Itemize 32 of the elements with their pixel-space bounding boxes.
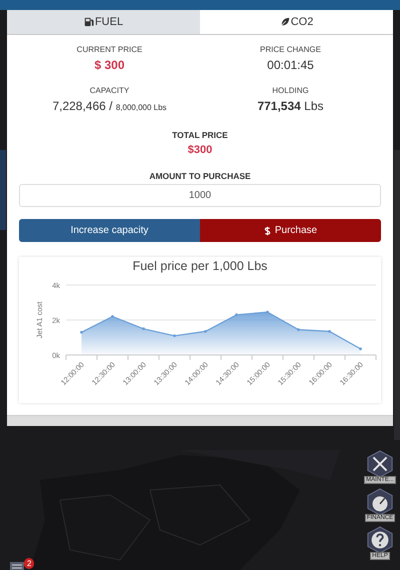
amount-label: AMOUNT TO PURCHASE	[149, 171, 251, 181]
countdown-value: 00:01:45	[267, 58, 314, 72]
gauge-icon[interactable]	[366, 488, 394, 516]
stat-label: CAPACITY	[90, 86, 130, 95]
purchase-button[interactable]: Purchase	[200, 219, 381, 242]
capacity-value: 7,228,466 / 8,000,000 Lbs	[52, 99, 167, 113]
crossed-tools-icon[interactable]	[366, 450, 394, 478]
help-icon[interactable]	[366, 526, 394, 554]
data-point	[142, 327, 145, 330]
data-point	[111, 315, 114, 318]
fuel-pump-icon	[84, 17, 94, 27]
data-point	[359, 347, 362, 350]
chart-title: Fuel price per 1,000 Lbs	[132, 259, 268, 273]
increase-capacity-button[interactable]: Increase capacity	[19, 219, 200, 242]
tab[interactable]: FUEL	[7, 10, 200, 34]
holding-value: 771,534 Lbs	[257, 99, 324, 113]
leaf-icon	[280, 17, 290, 27]
data-point	[173, 334, 176, 338]
data-point	[328, 330, 331, 333]
stat-label: HOLDING	[272, 86, 309, 95]
dollar-icon	[264, 226, 271, 236]
data-point	[204, 330, 207, 333]
price-value: $ 300	[94, 58, 125, 72]
total-value: $300	[188, 144, 212, 156]
amount-field[interactable]: 1000	[19, 184, 381, 207]
stat-label: CURRENT PRICE	[76, 45, 142, 54]
stat-label: PRICE CHANGE	[260, 45, 321, 54]
data-point	[80, 330, 83, 334]
data-point	[235, 313, 238, 316]
data-point	[297, 328, 300, 332]
data-point	[266, 310, 269, 314]
total-label: TOTAL PRICE	[172, 130, 228, 140]
